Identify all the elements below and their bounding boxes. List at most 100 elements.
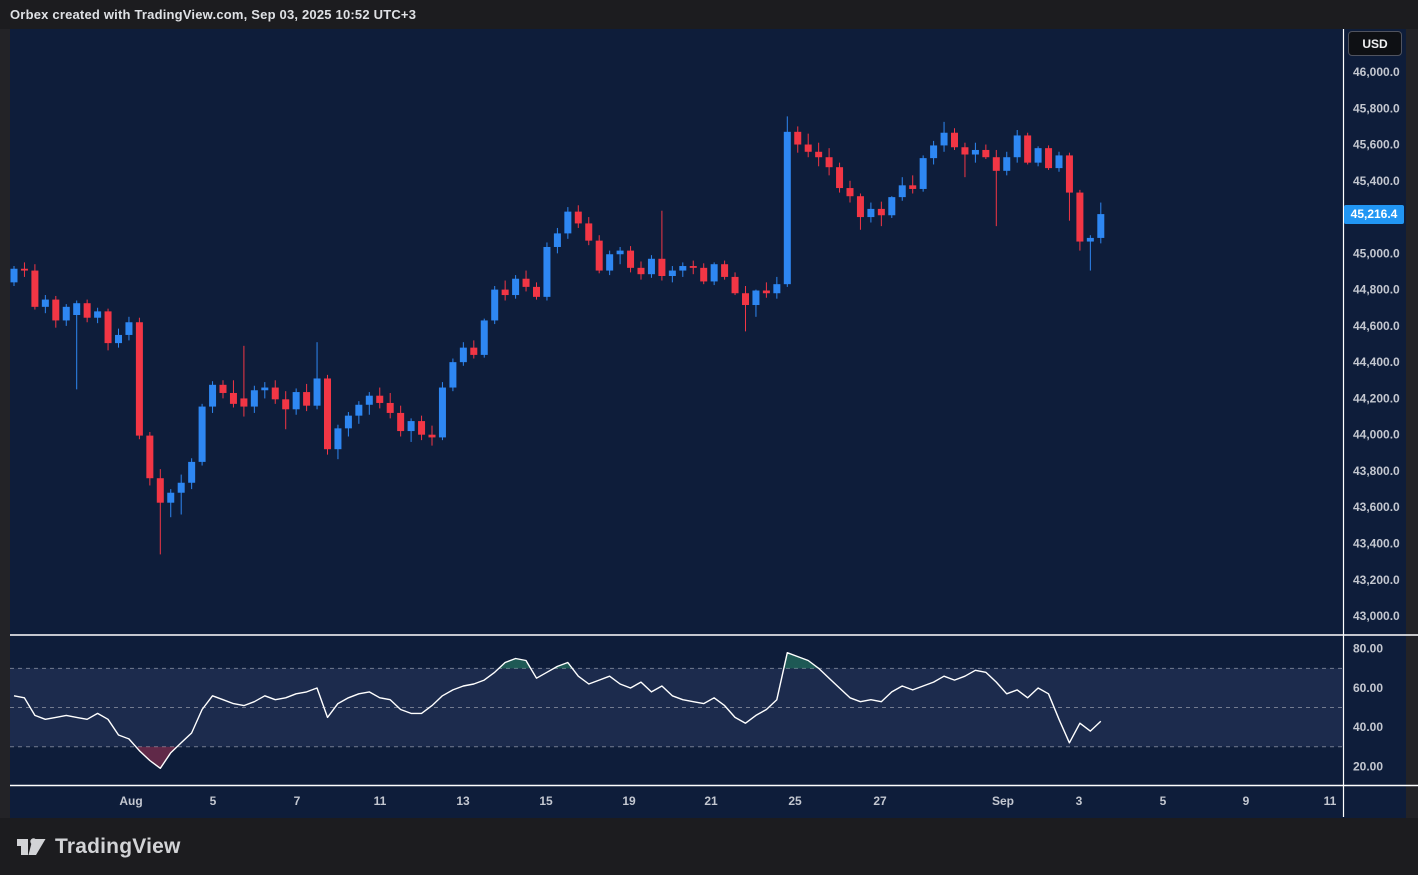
time-axis-label[interactable]: 11 — [1324, 794, 1337, 808]
candle-down — [732, 277, 739, 293]
candle-up — [188, 462, 195, 483]
chart-plot-svg[interactable]: 46,000.045,800.045,600.045,400.045,000.0… — [0, 0, 1418, 875]
tradingview-logo[interactable]: TradingView — [16, 833, 181, 861]
candle-down — [742, 293, 749, 305]
time-axis-label[interactable]: 3 — [1076, 794, 1083, 808]
candle-up — [920, 158, 927, 189]
time-axis-label[interactable]: 21 — [704, 794, 718, 808]
candle-down — [805, 145, 812, 152]
candle-up — [888, 197, 895, 215]
candle-up — [1014, 135, 1021, 157]
candle-down — [470, 348, 477, 355]
candle-down — [136, 322, 143, 435]
candle-up — [355, 405, 362, 416]
currency-toggle-button[interactable]: USD — [1348, 31, 1402, 56]
candle-down — [878, 209, 885, 215]
last-price-label: 45,216.4 — [1344, 205, 1404, 224]
candle-down — [21, 269, 28, 271]
candle-down — [220, 385, 227, 393]
time-axis-label[interactable]: 15 — [539, 794, 553, 808]
candle-down — [836, 167, 843, 188]
candle-down — [146, 436, 153, 479]
candle-down — [84, 303, 91, 318]
price-axis-label: 44,600.0 — [1353, 319, 1400, 333]
candle-down — [397, 413, 404, 431]
candle-down — [523, 279, 530, 287]
candle-up — [617, 251, 624, 255]
time-axis-label[interactable]: 7 — [294, 794, 301, 808]
candle-up — [178, 483, 185, 493]
candle-up — [784, 132, 791, 284]
candle-up — [867, 209, 874, 217]
candle-down — [721, 264, 728, 277]
candle-up — [564, 212, 571, 234]
candle-up — [449, 362, 456, 387]
candle-up — [167, 493, 174, 503]
time-axis-label[interactable]: 27 — [873, 794, 887, 808]
candle-up — [1003, 157, 1010, 171]
time-axis-label[interactable]: 11 — [374, 794, 387, 808]
candle-down — [585, 223, 592, 240]
candle-up — [679, 266, 686, 271]
candle-down — [658, 259, 665, 276]
candle-down — [52, 300, 59, 321]
candle-down — [627, 251, 634, 268]
candle-up — [345, 416, 352, 429]
candle-down — [700, 268, 707, 282]
candle-up — [1097, 214, 1104, 238]
candle-up — [366, 396, 373, 405]
tradingview-logo-text: TradingView — [55, 835, 181, 859]
time-axis-label[interactable]: 5 — [1160, 794, 1167, 808]
candle-down — [1024, 135, 1031, 162]
candle-down — [230, 393, 237, 404]
candle-down — [429, 435, 436, 438]
candle-up — [1056, 155, 1063, 168]
time-axis-label[interactable]: 9 — [1243, 794, 1250, 808]
candle-up — [199, 407, 206, 462]
candle-down — [418, 421, 425, 435]
candle-up — [42, 300, 49, 307]
price-axis-label: 45,600.0 — [1353, 138, 1400, 152]
candle-up — [94, 311, 101, 317]
indicator-axis-label: 60.00 — [1353, 681, 1383, 695]
time-axis-label[interactable]: 13 — [456, 794, 470, 808]
price-axis-label: 43,600.0 — [1353, 500, 1400, 514]
price-axis-label: 44,800.0 — [1353, 283, 1400, 297]
candle-down — [533, 287, 540, 297]
candle-down — [815, 152, 822, 157]
candle-up — [752, 291, 759, 306]
candle-down — [847, 188, 854, 196]
candle-up — [899, 185, 906, 197]
candle-up — [554, 233, 561, 247]
price-axis-label: 43,000.0 — [1353, 609, 1400, 623]
price-axis-label: 44,200.0 — [1353, 391, 1400, 405]
candle-down — [387, 403, 394, 413]
candle-up — [941, 133, 948, 146]
candle-up — [648, 259, 655, 274]
tradingview-chart-window: Orbex created with TradingView.com, Sep … — [0, 0, 1418, 875]
candle-down — [909, 185, 916, 189]
price-axis-label: 45,400.0 — [1353, 174, 1400, 188]
candle-down — [993, 157, 1000, 171]
time-axis-label[interactable]: 25 — [788, 794, 802, 808]
candle-up — [251, 390, 258, 406]
price-axis-label: 43,200.0 — [1353, 573, 1400, 587]
candle-up — [669, 271, 676, 276]
indicator-axis-label: 20.00 — [1353, 759, 1383, 773]
price-axis-label: 45,000.0 — [1353, 246, 1400, 260]
candle-down — [690, 266, 697, 268]
time-axis-label[interactable]: 5 — [210, 794, 217, 808]
candle-up — [408, 421, 415, 431]
time-axis-label[interactable]: 19 — [622, 794, 636, 808]
candle-up — [439, 388, 446, 438]
tradingview-logo-icon — [16, 833, 46, 861]
candle-up — [773, 284, 780, 293]
candle-down — [105, 311, 112, 343]
candle-up — [125, 322, 132, 335]
time-axis-label[interactable]: Aug — [119, 794, 142, 808]
time-axis-label[interactable]: Sep — [992, 794, 1014, 808]
candle-up — [512, 279, 519, 295]
candle-down — [951, 133, 958, 148]
candle-up — [460, 348, 467, 363]
candle-up — [115, 335, 122, 343]
